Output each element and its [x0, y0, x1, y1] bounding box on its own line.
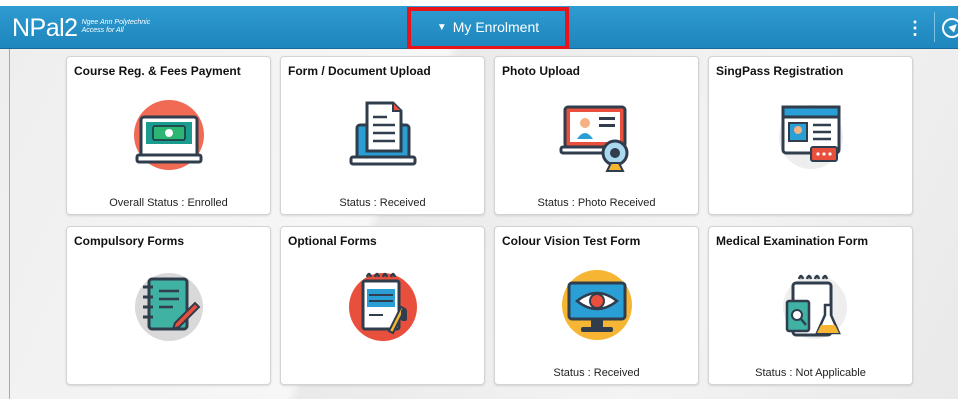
tile-title: Photo Upload: [502, 64, 580, 78]
left-border: [9, 49, 10, 399]
laptop-document-icon: [349, 101, 417, 166]
tile-optional-forms[interactable]: Optional Forms: [280, 226, 485, 385]
logo-line1: Ngee Ann Polytechnic: [81, 19, 151, 26]
webcam-photo-icon: [559, 105, 629, 172]
npal2-logo: NPal2 Ngee Ann Polytechnic Access for Al…: [12, 15, 150, 41]
logo-subtitle: Ngee Ann Polytechnic Access for All: [82, 19, 151, 35]
tile-colour-vision-test[interactable]: Colour Vision Test Form Status : Receive…: [494, 226, 699, 385]
navbar-compass-icon[interactable]: [942, 18, 958, 38]
header-divider: [934, 12, 935, 42]
kebab-menu-icon[interactable]: ⋮: [906, 16, 924, 40]
tile-title: Optional Forms: [288, 234, 377, 248]
notebook-pen-icon: [135, 273, 203, 341]
browser-profile-icon: [779, 105, 843, 169]
tile-medical-examination[interactable]: Medical Examination Form Status : Not Ap…: [708, 226, 913, 385]
tile-title: SingPass Registration: [716, 64, 844, 78]
notepad-pencil-icon: [349, 272, 417, 341]
title-highlight-box: [407, 7, 569, 50]
tile-title: Form / Document Upload: [288, 64, 431, 78]
tile-status: Status : Photo Received: [537, 197, 656, 209]
logo-mark: NPal2: [12, 14, 78, 42]
tile-status: Status : Received: [553, 367, 640, 379]
tile-singpass-registration[interactable]: SingPass Registration: [708, 56, 913, 215]
laptop-money-icon: [134, 100, 204, 170]
tile-form-document-upload[interactable]: Form / Document Upload Status : Received: [280, 56, 485, 215]
tile-status: Status : Not Applicable: [755, 367, 866, 379]
tile-status: Status : Received: [339, 197, 426, 209]
clipboard-flask-icon: [783, 274, 847, 339]
tile-course-registration[interactable]: Course Reg. & Fees Payment Overall Statu…: [66, 56, 271, 215]
monitor-eye-icon: [562, 270, 632, 340]
tile-title: Course Reg. & Fees Payment: [74, 64, 241, 78]
tile-compulsory-forms[interactable]: Compulsory Forms: [66, 226, 271, 385]
logo-line2: Access for All: [81, 27, 124, 34]
tile-title: Compulsory Forms: [74, 234, 185, 248]
tile-title: Colour Vision Test Form: [502, 234, 641, 248]
tile-title: Medical Examination Form: [716, 234, 869, 248]
tile-photo-upload[interactable]: Photo Upload Status : Photo Received: [494, 56, 699, 215]
tile-status: Overall Status : Enrolled: [109, 197, 228, 209]
